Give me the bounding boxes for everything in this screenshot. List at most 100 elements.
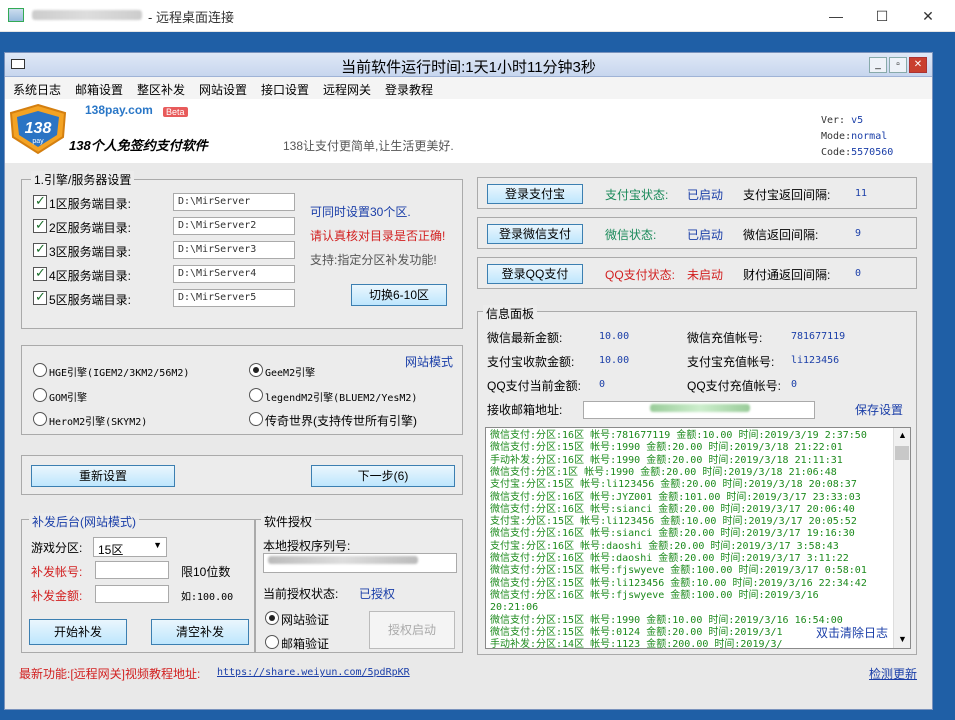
ali-account-value: li123456: [791, 355, 840, 366]
engine-geem2-radio[interactable]: [249, 363, 263, 377]
zone-2-label: 2区服务端目录:: [49, 221, 132, 235]
log-line: 微信支付:分区:16区 帐号:781677119 金额:10.00 时间:201…: [490, 430, 867, 441]
engine-herom2-radio[interactable]: [33, 412, 47, 426]
zone-3-path-input[interactable]: D:\MirServer3: [173, 241, 295, 259]
zone-3-checkbox[interactable]: [33, 241, 47, 257]
log-line: 手动补发:分区:14区 帐号:1123 金额:200.00 时间:2019/3/: [490, 639, 783, 649]
zone-4-path-input[interactable]: D:\MirServer4: [173, 265, 295, 283]
mode-value: normal: [851, 131, 888, 142]
engine-legendm2-radio[interactable]: [249, 388, 263, 402]
tutorial-link[interactable]: https://share.weiyun.com/5pdRpKR: [217, 667, 410, 678]
verify-mail-radio[interactable]: [265, 635, 279, 649]
resend-legend: 补发后台(网站模式): [29, 513, 139, 530]
activate-license-button[interactable]: 授权启动: [369, 611, 455, 649]
next-step-button[interactable]: 下一步(6): [311, 465, 455, 487]
zone-1-checkbox[interactable]: [33, 193, 47, 209]
rdp-minimize-button[interactable]: —: [813, 0, 859, 32]
engine-hge-radio[interactable]: [33, 363, 47, 377]
log-line: 支付宝:分区:15区 帐号:li123456 金额:10.00 时间:2019/…: [490, 516, 857, 528]
check-update-link[interactable]: 检测更新: [869, 665, 917, 682]
ver-label: Ver:: [821, 115, 846, 126]
resend-amount-input[interactable]: [95, 585, 169, 603]
zone-2-path-input[interactable]: D:\MirServer2: [173, 217, 295, 235]
email-input[interactable]: [583, 401, 815, 419]
menu-website-settings[interactable]: 网站设置: [199, 81, 247, 98]
wechat-status-value: 已启动: [687, 228, 724, 242]
zone-3-label: 3区服务端目录:: [49, 245, 132, 259]
zone-5-checkbox[interactable]: [33, 289, 47, 305]
log-line: 微信支付:分区:15区 帐号:li123456 金额:10.00 时间:2019…: [490, 577, 867, 589]
alipay-status-value: 已启动: [687, 188, 724, 202]
wx-amount-value: 10.00: [599, 331, 630, 342]
engine-gom-radio[interactable]: [33, 388, 47, 402]
zone-1-path-input[interactable]: D:\MirServer: [173, 193, 295, 211]
resend-account-input[interactable]: [95, 561, 169, 579]
138pay-logo-icon: 138 pay: [9, 103, 67, 155]
qq-account-value: 0: [791, 379, 798, 390]
log-line: 微信支付:分区:16区 帐号:JYZ001 金额:101.00 时间:2019/…: [490, 491, 861, 503]
wechat-login-button[interactable]: 登录微信支付: [487, 224, 583, 244]
site-logo-text: 138pay.com: [85, 103, 153, 117]
qq-amount-label: QQ支付当前金额:: [487, 379, 582, 393]
info-legend: 信息面板: [483, 305, 538, 322]
app-close-button[interactable]: ✕: [909, 57, 927, 73]
qq-login-button[interactable]: 登录QQ支付: [487, 264, 583, 284]
engine-chuanshi-radio[interactable]: [249, 412, 263, 426]
menu-remote-gateway[interactable]: 远程网关: [323, 81, 371, 98]
ali-amount-value: 10.00: [599, 355, 630, 366]
logo-subtext: pay: [32, 138, 44, 145]
serial-redacted: [268, 556, 418, 564]
engine-chuanshi-label: 传奇世界(支持传世所有引擎): [265, 414, 417, 428]
license-legend: 软件授权: [261, 513, 316, 530]
app-minimize-button[interactable]: _: [869, 57, 887, 73]
email-label: 接收邮箱地址:: [487, 403, 563, 417]
wechat-status-label: 微信状态:: [605, 228, 657, 242]
menu-email-settings[interactable]: 邮箱设置: [75, 81, 123, 98]
qq-account-label: QQ支付充值帐号:: [687, 379, 782, 393]
log-line: 微信支付:分区:16区 帐号:sianci 金额:20.00 时间:2019/3…: [490, 528, 855, 540]
payment-log[interactable]: 微信支付:分区:16区 帐号:781677119 金额:10.00 时间:201…: [485, 427, 911, 649]
menu-interface-settings[interactable]: 接口设置: [261, 81, 309, 98]
server-settings-legend: 1.引擎/服务器设置: [31, 171, 135, 188]
wx-account-value: 781677119: [791, 331, 846, 342]
mode-label: Mode:: [821, 131, 852, 142]
game-zone-label: 游戏分区:: [31, 541, 83, 555]
engine-legendm2-label: legendM2引擎(BLUEM2/YesM2): [265, 393, 418, 404]
verify-web-radio[interactable]: [265, 611, 279, 625]
rdp-maximize-button[interactable]: ☐: [859, 0, 905, 32]
menu-system-log[interactable]: 系统日志: [13, 81, 61, 98]
game-zone-select[interactable]: 15区 ▼: [93, 537, 167, 557]
latest-feature-label: 最新功能:[远程网关]视频教程地址:: [19, 667, 201, 681]
alipay-login-button[interactable]: 登录支付宝: [487, 184, 583, 204]
log-line: 20:21:06: [490, 602, 539, 614]
code-value: 5570560: [851, 147, 894, 158]
log-scrollbar[interactable]: ▲ ▼: [893, 428, 910, 648]
slogan: 138让支付更简单,让生活更美好.: [283, 139, 454, 153]
wechat-interval-value: 9: [855, 228, 862, 239]
alipay-interval-value: 11: [855, 188, 868, 199]
app-maximize-button[interactable]: ▫: [889, 57, 907, 73]
resend-account-hint: 限10位数: [181, 565, 231, 579]
log-line: 微信支付:分区:1区 帐号:1990 金额:20.00 时间:2019/3/18…: [490, 466, 837, 478]
zone-5-path-input[interactable]: D:\MirServer5: [173, 289, 295, 307]
scroll-up-icon[interactable]: ▲: [898, 430, 907, 440]
header-area: 138 pay 138pay.com Beta 138个人免签约支付软件 138…: [5, 99, 932, 163]
zone-4-checkbox[interactable]: [33, 265, 47, 281]
scroll-down-icon[interactable]: ▼: [898, 634, 907, 644]
product-name: 138个人免签约支付软件: [69, 138, 208, 153]
app-titlebar: 当前软件运行时间:1天1小时11分钟3秒 _ ▫ ✕: [5, 53, 932, 77]
switch-zones-button[interactable]: 切换6-10区: [351, 284, 447, 306]
serial-input[interactable]: [263, 553, 457, 573]
menu-login-tutorial[interactable]: 登录教程: [385, 81, 433, 98]
start-resend-button[interactable]: 开始补发: [29, 619, 127, 645]
zone-2-checkbox[interactable]: [33, 217, 47, 233]
log-line: 微信支付:分区:16区 帐号:daoshi 金额:20.00 时间:2019/3…: [490, 553, 849, 564]
save-settings-link[interactable]: 保存设置: [855, 401, 903, 418]
clear-resend-button[interactable]: 清空补发: [151, 619, 249, 645]
scroll-thumb[interactable]: [895, 446, 909, 460]
menu-zone-resend[interactable]: 整区补发: [137, 81, 185, 98]
rdp-close-button[interactable]: ✕: [905, 0, 951, 32]
note-check-dirs: 请认真核对目录是否正确!: [310, 229, 446, 243]
chevron-down-icon: ▼: [153, 540, 162, 550]
reset-button[interactable]: 重新设置: [31, 465, 175, 487]
